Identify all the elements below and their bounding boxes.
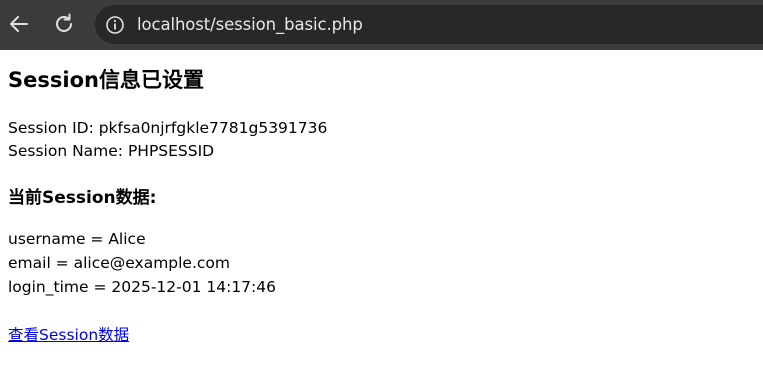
session-info: Session ID: pkfsa0njrfgkle7781g5391736 S…	[8, 117, 327, 163]
page-content: Session信息已设置 Session ID: pkfsa0njrfgkle7…	[0, 50, 763, 386]
session-data-heading: 当前Session数据:	[8, 188, 157, 208]
url-text[interactable]: localhost/session_basic.php	[137, 15, 363, 34]
session-data-item: email = alice@example.com	[8, 254, 231, 272]
back-arrow-icon	[10, 16, 28, 32]
page-title: Session信息已设置	[8, 68, 204, 92]
session-id-line: Session ID: pkfsa0njrfgkle7781g5391736	[8, 119, 328, 137]
address-bar[interactable]: localhost/session_basic.php	[95, 5, 763, 44]
session-name-line: Session Name: PHPSESSID	[8, 142, 215, 160]
reload-icon	[56, 13, 72, 32]
back-button[interactable]	[5, 10, 33, 38]
session-data-list: username = Alice email = alice@example.c…	[8, 227, 276, 299]
site-info-button[interactable]	[105, 15, 125, 35]
session-data-item: login_time = 2025-12-01 14:17:46	[8, 278, 276, 296]
view-session-data-link[interactable]: 查看Session数据	[8, 323, 129, 345]
session-data-item: username = Alice	[8, 230, 146, 248]
browser-toolbar: localhost/session_basic.php	[0, 0, 763, 50]
reload-button[interactable]	[50, 10, 78, 38]
info-icon	[106, 15, 124, 34]
